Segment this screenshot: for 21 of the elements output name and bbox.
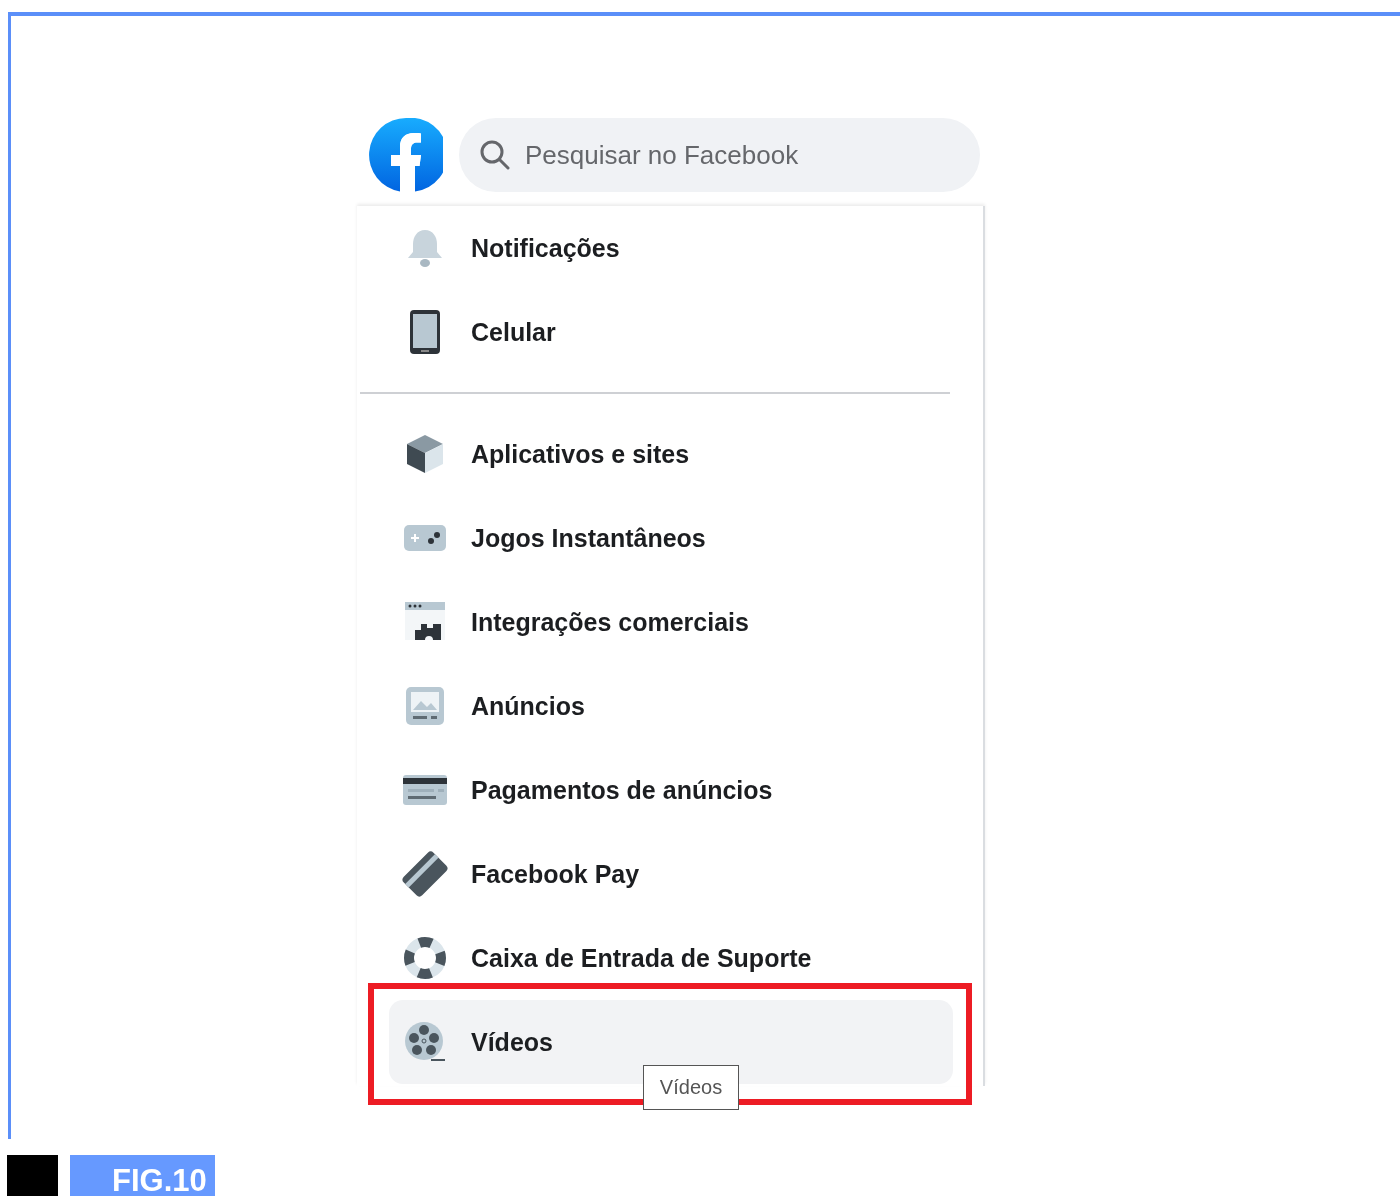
menu-item[interactable]: Pagamentos de anúncios [389, 748, 953, 832]
menu-item[interactable]: Jogos Instantâneos [389, 496, 953, 580]
menu-item[interactable]: Integrações comerciais [389, 580, 953, 664]
menu-item[interactable]: Notificações [389, 206, 953, 290]
tooltip: Vídeos [643, 1065, 739, 1110]
film-reel-icon [403, 1020, 447, 1064]
gamepad-icon [403, 523, 447, 553]
logo-icon[interactable] [369, 118, 443, 192]
figure-label: FIG.10 [70, 1155, 215, 1196]
search-field[interactable]: Pesquisar no Facebook [459, 118, 980, 192]
menu-item[interactable]: Celular [389, 290, 953, 374]
search-icon [479, 139, 511, 171]
lifebuoy-icon [403, 936, 447, 980]
credit-card-icon [402, 774, 448, 806]
figure-marker [7, 1155, 58, 1196]
phone-icon [408, 309, 442, 355]
menu-item[interactable]: Facebook Pay [389, 832, 953, 916]
menu-item[interactable]: Aplicativos e sites [389, 412, 953, 496]
menu-item[interactable]: Caixa de Entrada de Suporte [389, 916, 953, 1000]
monitor-image-icon [405, 686, 445, 726]
menu-item[interactable]: Anúncios [389, 664, 953, 748]
